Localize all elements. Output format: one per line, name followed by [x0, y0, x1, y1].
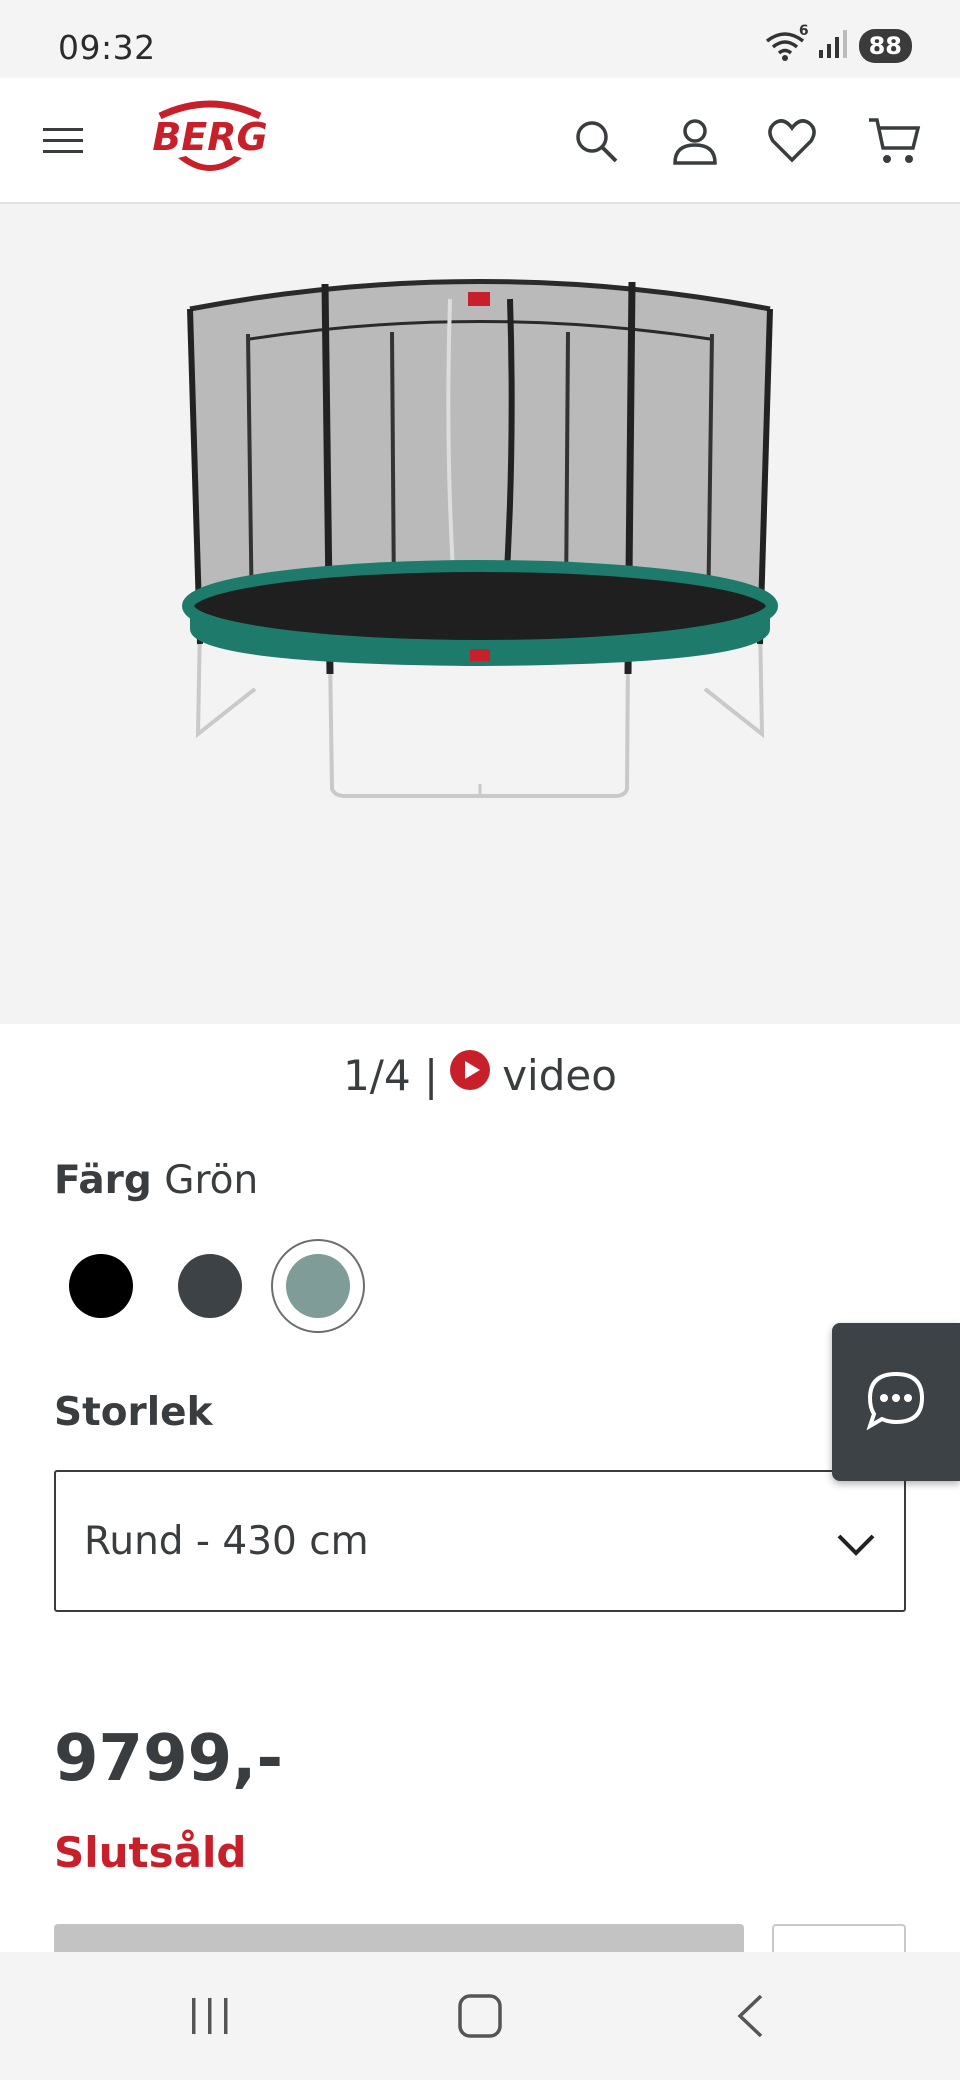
- color-swatches: [54, 1236, 394, 1336]
- stock-status: Slutsåld: [54, 1828, 247, 1877]
- back-icon[interactable]: [690, 1952, 810, 2080]
- status-icons: 6 88: [763, 23, 912, 64]
- status-bar: 09:32 6 88: [0, 0, 960, 78]
- chevron-down-icon: [836, 1522, 876, 1567]
- size-select[interactable]: Rund - 430 cm: [54, 1470, 906, 1612]
- wifi-badge: 6: [798, 23, 809, 39]
- color-label: Färg: [54, 1158, 152, 1203]
- color-swatch-green[interactable]: [286, 1254, 350, 1318]
- search-icon[interactable]: [566, 78, 626, 204]
- color-swatch-black[interactable]: [69, 1254, 133, 1318]
- signal-icon: [817, 28, 849, 64]
- wifi-icon: 6: [763, 23, 809, 63]
- battery-indicator: 88: [858, 29, 912, 63]
- chat-bubble-icon: [864, 1370, 928, 1434]
- account-icon[interactable]: [665, 78, 725, 204]
- size-selected-value: Rund - 430 cm: [84, 1518, 369, 1564]
- product-image-gallery[interactable]: [0, 204, 960, 1024]
- size-label: Storlek: [54, 1390, 213, 1435]
- logo-text: BERG: [152, 115, 267, 159]
- video-label: video: [502, 1050, 617, 1100]
- system-navigation-bar: [0, 1952, 960, 2080]
- product-price: 9799,-: [54, 1722, 283, 1796]
- image-counter: 1/4 |: [343, 1050, 439, 1100]
- site-header: BERG: [0, 78, 960, 204]
- trampoline-image: [182, 279, 778, 798]
- play-icon: [450, 1050, 491, 1100]
- heart-icon[interactable]: [762, 78, 822, 204]
- video-link[interactable]: video: [450, 1050, 617, 1100]
- status-time: 09:32: [58, 28, 156, 67]
- recent-apps-icon[interactable]: [150, 1952, 270, 2080]
- cart-icon[interactable]: [862, 78, 926, 204]
- color-value: Grön: [164, 1158, 259, 1203]
- gallery-counter: 1/4 | video: [0, 1050, 960, 1100]
- color-swatch-grey[interactable]: [178, 1254, 242, 1318]
- color-selection-label: Färg Grön: [54, 1158, 258, 1203]
- menu-icon[interactable]: [34, 78, 92, 204]
- brand-logo[interactable]: BERG: [130, 78, 290, 204]
- home-icon[interactable]: [420, 1952, 540, 2080]
- chat-button[interactable]: [832, 1323, 960, 1481]
